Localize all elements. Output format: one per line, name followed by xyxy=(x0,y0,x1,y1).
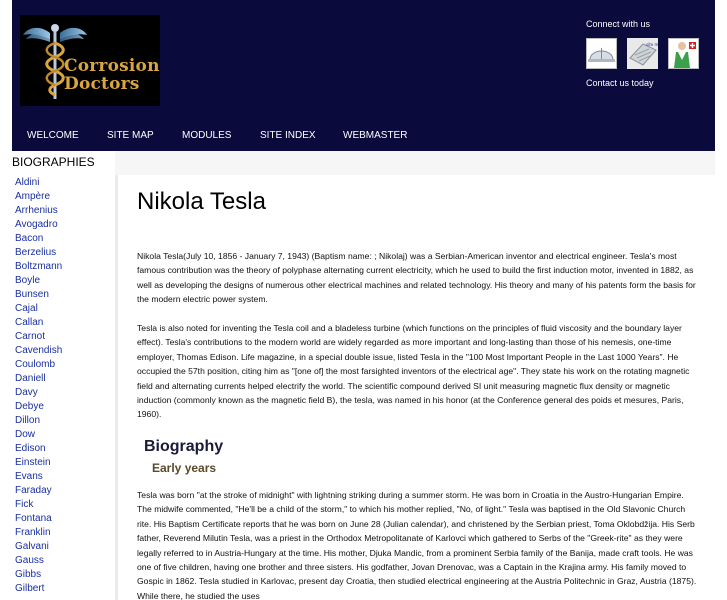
early-years-paragraph: Tesla was born "at the stroke of midnigh… xyxy=(137,490,697,600)
main-navbar: WELCOME SITE MAP MODULES SITE INDEX WEBM… xyxy=(12,125,715,147)
sitemap-icon[interactable]: site map xyxy=(627,38,658,69)
biography-link[interactable]: Davy xyxy=(15,386,62,400)
biography-link[interactable]: Cajal xyxy=(15,302,62,316)
article-content: Nikola Tesla Nikola Tesla(July 10, 1856 … xyxy=(118,175,715,600)
biography-link[interactable]: Galvani xyxy=(15,540,62,554)
corrosion-doctors-logo[interactable]: Corrosion Doctors xyxy=(20,15,160,106)
biography-link[interactable]: Dow xyxy=(15,428,62,442)
biography-link[interactable]: Franklin xyxy=(15,526,62,540)
biography-link[interactable]: Edison xyxy=(15,442,62,456)
biography-list: Aldini Ampère Arrhenius Avogadro Bacon B… xyxy=(15,176,62,596)
site-header: Corrosion Doctors Connect with us site m… xyxy=(12,0,715,151)
intro-paragraph: Nikola Tesla(July 10, 1856 - January 7, … xyxy=(137,251,696,305)
nav-site-map[interactable]: SITE MAP xyxy=(107,125,154,147)
biography-link[interactable]: Debye xyxy=(15,400,62,414)
biography-link[interactable]: Carnot xyxy=(15,330,62,344)
nav-site-index[interactable]: SITE INDEX xyxy=(260,125,316,147)
body-paragraph: Tesla is also noted for inventing the Te… xyxy=(137,323,690,420)
nav-welcome[interactable]: WELCOME xyxy=(27,125,79,147)
biography-link[interactable]: Coulomb xyxy=(15,358,62,372)
biography-link[interactable]: Bacon xyxy=(15,232,62,246)
biography-link[interactable]: Berzelius xyxy=(15,246,62,260)
logo-wordmark: Corrosion Doctors xyxy=(64,56,160,94)
biographies-sidebar: BIOGRAPHIES Aldini Ampère Arrhenius Avog… xyxy=(12,151,115,600)
biography-link[interactable]: Cavendish xyxy=(15,344,62,358)
biography-link[interactable]: Boltzmann xyxy=(15,260,62,274)
hardhat-icon[interactable] xyxy=(586,38,617,69)
subsection-heading-early-years: Early years xyxy=(152,461,217,475)
biography-link[interactable]: Einstein xyxy=(15,456,62,470)
sidebar-title: BIOGRAPHIES xyxy=(12,155,95,169)
biography-link[interactable]: Evans xyxy=(15,470,62,484)
section-heading-biography: Biography xyxy=(144,438,224,455)
biography-link[interactable]: Gilbert xyxy=(15,582,62,596)
biography-link[interactable]: Dillon xyxy=(15,414,62,428)
doctor-icon[interactable] xyxy=(668,38,699,69)
biography-link[interactable]: Bunsen xyxy=(15,288,62,302)
biography-link[interactable]: Gauss xyxy=(15,554,62,568)
svg-text:site map: site map xyxy=(646,42,658,47)
biography-link[interactable]: Faraday xyxy=(15,484,62,498)
biography-link[interactable]: Arrhenius xyxy=(15,204,62,218)
biography-link[interactable]: Gibbs xyxy=(15,568,62,582)
nav-modules[interactable]: MODULES xyxy=(182,125,231,147)
biography-link[interactable]: Boyle xyxy=(15,274,62,288)
biography-link[interactable]: Callan xyxy=(15,316,62,330)
contact-label[interactable]: Contact us today xyxy=(586,78,654,88)
connect-label: Connect with us xyxy=(586,19,651,29)
page-title: Nikola Tesla xyxy=(137,188,266,215)
nav-webmaster[interactable]: WEBMASTER xyxy=(343,125,407,147)
biography-link[interactable]: Fick xyxy=(15,498,62,512)
biography-link[interactable]: Aldini xyxy=(15,176,62,190)
biography-link[interactable]: Daniell xyxy=(15,372,62,386)
biography-link[interactable]: Fontana xyxy=(15,512,62,526)
biography-link[interactable]: Ampère xyxy=(15,190,62,204)
biography-link[interactable]: Avogadro xyxy=(15,218,62,232)
